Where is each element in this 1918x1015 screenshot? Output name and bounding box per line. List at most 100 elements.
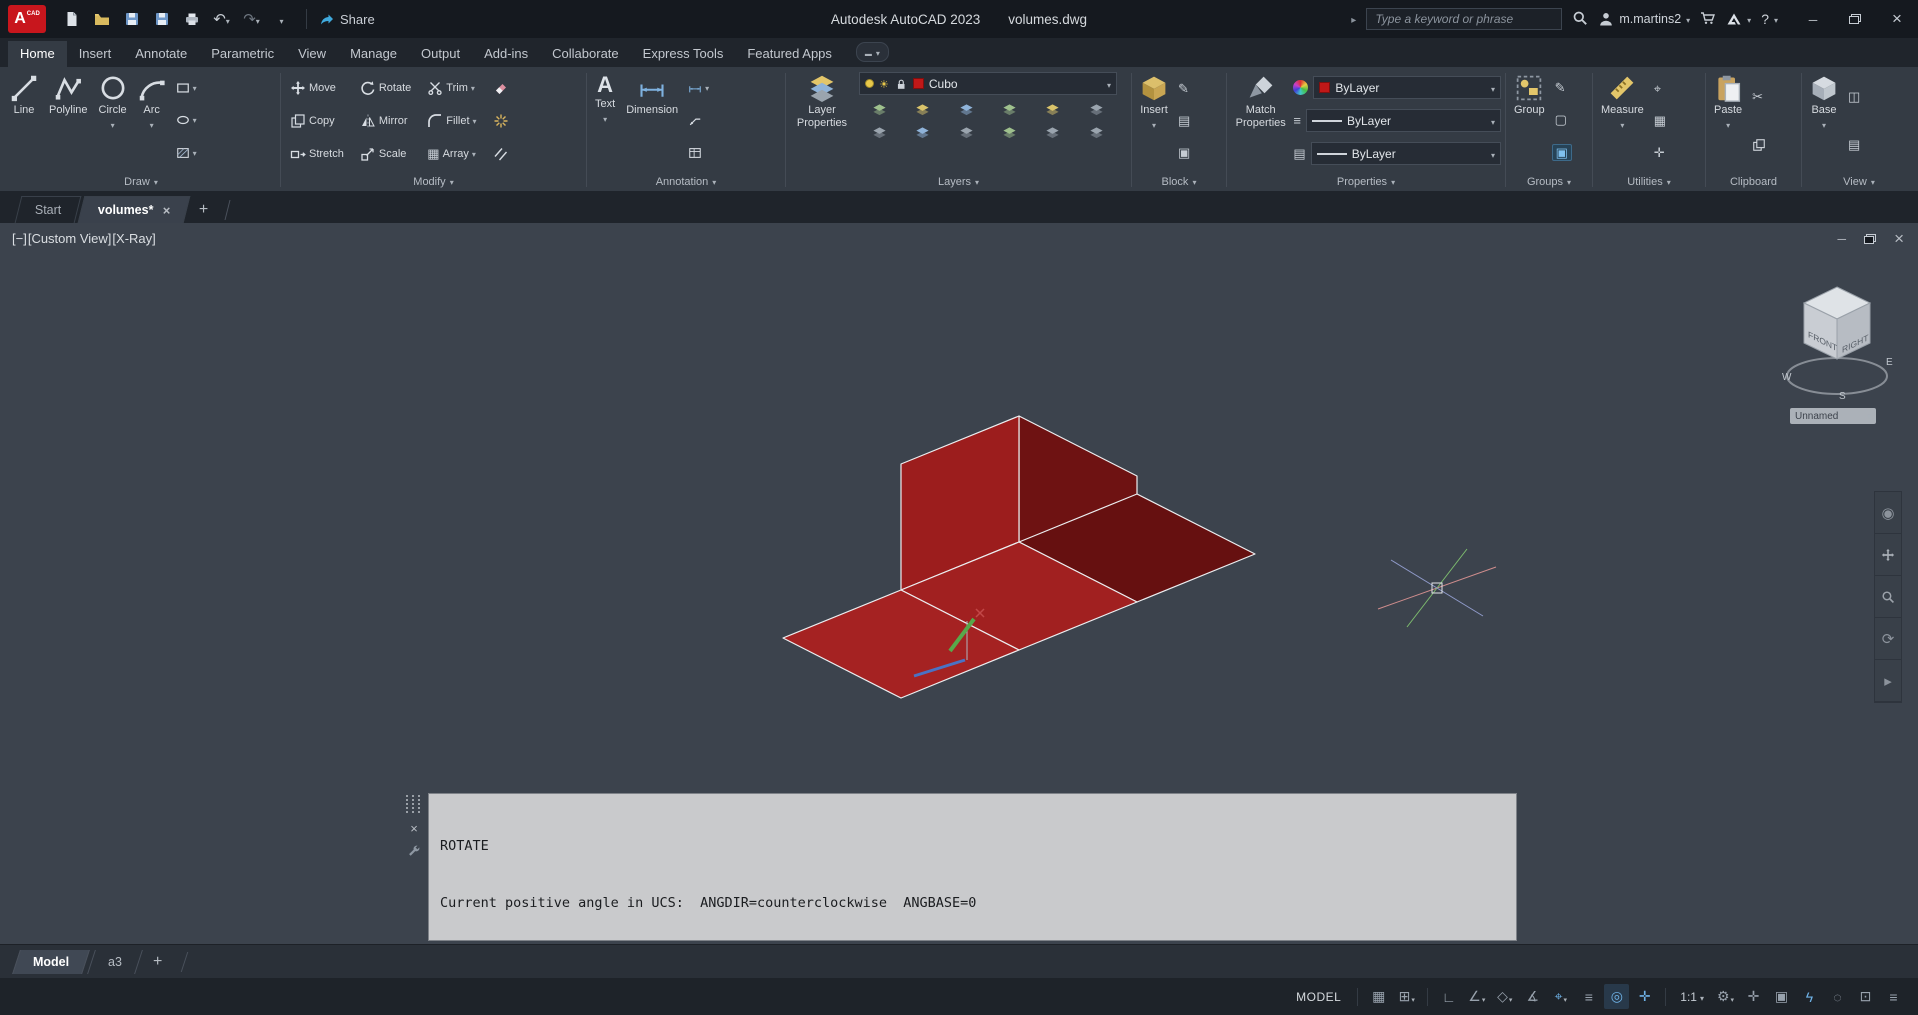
match-layer-button[interactable] <box>1076 99 1117 120</box>
group-button[interactable]: Group <box>1510 71 1549 170</box>
new-file-button[interactable] <box>59 6 84 32</box>
array-flyout-caret[interactable] <box>472 148 476 160</box>
workspace-switching-button[interactable]: ⚙ <box>1713 984 1738 1009</box>
isometric-drafting-toggle[interactable]: ◇ <box>1492 984 1517 1009</box>
quick-select-button[interactable]: ✛ <box>1651 145 1669 160</box>
make-current-layer-button[interactable] <box>1032 99 1073 120</box>
close-tab-icon[interactable] <box>163 203 171 218</box>
isolate-objects-button[interactable]: ◌ <box>1825 984 1850 1009</box>
base-view-button[interactable]: Base <box>1806 71 1842 170</box>
ribbon-tab-manage[interactable]: Manage <box>338 41 409 67</box>
circle-button[interactable]: Circle <box>95 71 131 170</box>
thaw-all-layers-button[interactable] <box>946 122 987 143</box>
layer-properties-button[interactable]: Layer Properties <box>790 71 854 170</box>
customization-button[interactable]: ≡ <box>1881 984 1906 1009</box>
minimize-window-button[interactable] <box>1792 0 1834 38</box>
polyline-button[interactable]: Polyline <box>45 71 92 170</box>
viewcube-compass-ring[interactable] <box>1786 357 1888 395</box>
osnap-flyout-caret[interactable] <box>1563 989 1567 1005</box>
linetype-dropdown[interactable]: ByLayer <box>1310 142 1501 165</box>
search-button[interactable] <box>1572 10 1588 29</box>
utilities-panel-label[interactable]: Utilities <box>1593 172 1705 191</box>
file-tab-start[interactable]: Start <box>14 196 82 223</box>
fillet-flyout-caret[interactable] <box>473 115 477 127</box>
base-flyout-caret[interactable] <box>1822 119 1826 132</box>
workspace-flyout-caret[interactable] <box>1731 989 1735 1005</box>
edit-attribute-button[interactable]: ✎ <box>1175 81 1193 96</box>
array-button[interactable]: ▦ Array <box>424 146 479 161</box>
ribbon-display-options-button[interactable] <box>855 42 889 62</box>
layer-previous-button[interactable] <box>1032 122 1073 143</box>
paste-button[interactable]: Paste <box>1710 71 1746 170</box>
open-file-button[interactable] <box>89 6 114 32</box>
dynamic-input-toggle[interactable]: ✛ <box>1632 984 1657 1009</box>
layer-off-button[interactable] <box>859 99 900 120</box>
ribbon-tab-output[interactable]: Output <box>409 41 472 67</box>
copy-clip-button[interactable] <box>1749 137 1769 153</box>
ribbon-tab-featured-apps[interactable]: Featured Apps <box>735 41 844 67</box>
layer-dropdown[interactable]: Cubo <box>859 72 1117 95</box>
group-edit-button[interactable]: ✎ <box>1552 80 1572 95</box>
dimension-button[interactable]: Dimension <box>622 71 682 170</box>
clean-screen-toggle[interactable]: ⊡ <box>1853 984 1878 1009</box>
ribbon-tab-insert[interactable]: Insert <box>67 41 124 67</box>
circle-flyout-caret[interactable] <box>111 119 115 132</box>
compass-west-label[interactable]: W <box>1782 372 1792 383</box>
layer-unisolate-button[interactable] <box>859 122 900 143</box>
snap-flyout-caret[interactable] <box>1411 989 1415 1005</box>
object-snap-toggle[interactable]: ⌖ <box>1548 984 1573 1009</box>
layer-freeze-button[interactable] <box>946 99 987 120</box>
search-input[interactable] <box>1366 8 1563 30</box>
unlock-all-layers-button[interactable] <box>989 122 1030 143</box>
layout-tab-a3[interactable]: a3 <box>87 949 143 974</box>
rectangle-button[interactable] <box>173 80 200 96</box>
compass-east-label[interactable]: E <box>1886 357 1893 368</box>
viewport-view-control[interactable]: [Custom View] <box>28 231 112 246</box>
search-expand-icon[interactable] <box>1351 12 1356 26</box>
cut-button[interactable]: ✂ <box>1749 89 1769 104</box>
account-button[interactable]: m.martins2 <box>1598 11 1690 27</box>
orbit-button[interactable]: ⟳ <box>1875 618 1901 660</box>
ribbon-tab-view[interactable]: View <box>286 41 338 67</box>
block-panel-label[interactable]: Block <box>1132 172 1226 191</box>
arc-flyout-caret[interactable] <box>150 119 154 132</box>
object-snap-tracking-toggle[interactable]: ∡ <box>1520 984 1545 1009</box>
plot-button[interactable] <box>179 6 204 32</box>
annotation-panel-label[interactable]: Annotation <box>587 172 785 191</box>
undo-button[interactable] <box>209 6 234 32</box>
named-views-button[interactable]: ▤ <box>1845 137 1863 152</box>
text-flyout-caret[interactable] <box>603 113 607 126</box>
offset-button[interactable] <box>490 145 512 163</box>
ortho-mode-toggle[interactable]: ∟ <box>1436 984 1461 1009</box>
drawing-minimize-icon[interactable] <box>1838 232 1847 246</box>
measure-flyout-caret[interactable] <box>1620 119 1624 132</box>
trim-flyout-caret[interactable] <box>471 82 475 94</box>
graphics-performance-toggle[interactable]: ϟ <box>1797 984 1822 1009</box>
erase-button[interactable] <box>490 79 512 97</box>
model-space-indicator[interactable]: MODEL <box>1296 990 1341 1004</box>
lineweight-display-toggle[interactable]: ≡ <box>1576 984 1601 1009</box>
showmotion-button[interactable]: ▸ <box>1875 660 1901 702</box>
polar-flyout-caret[interactable] <box>1482 989 1486 1005</box>
autodesk-menu-button[interactable] <box>1726 11 1751 27</box>
lineweight-dropdown[interactable]: ByLayer <box>1306 109 1501 132</box>
drawing-restore-icon[interactable] <box>1864 234 1877 244</box>
ribbon-tab-parametric[interactable]: Parametric <box>199 41 286 67</box>
stretch-button[interactable]: Stretch <box>287 145 347 163</box>
polar-tracking-toggle[interactable]: ∠ <box>1464 984 1489 1009</box>
id-point-button[interactable]: ⌖ <box>1651 81 1669 96</box>
selection-cycling-toggle[interactable]: ◎ <box>1604 984 1630 1009</box>
layer-isolate-button[interactable] <box>902 99 943 120</box>
compass-south-label[interactable]: S <box>1839 391 1846 402</box>
fillet-button[interactable]: Fillet <box>424 112 479 130</box>
app-store-button[interactable] <box>1700 10 1716 29</box>
isometric-flyout-caret[interactable] <box>1509 989 1513 1005</box>
ribbon-tab-annotate[interactable]: Annotate <box>123 41 199 67</box>
layers-panel-label[interactable]: Layers <box>786 172 1131 191</box>
new-layout-button[interactable]: + <box>144 953 171 971</box>
ungroup-button[interactable]: ▢ <box>1552 112 1572 127</box>
view-panel-label[interactable]: View <box>1802 172 1916 191</box>
pan-button[interactable] <box>1875 534 1901 576</box>
layer-on-all-button[interactable] <box>902 122 943 143</box>
modify-panel-label[interactable]: Modify <box>281 172 586 191</box>
